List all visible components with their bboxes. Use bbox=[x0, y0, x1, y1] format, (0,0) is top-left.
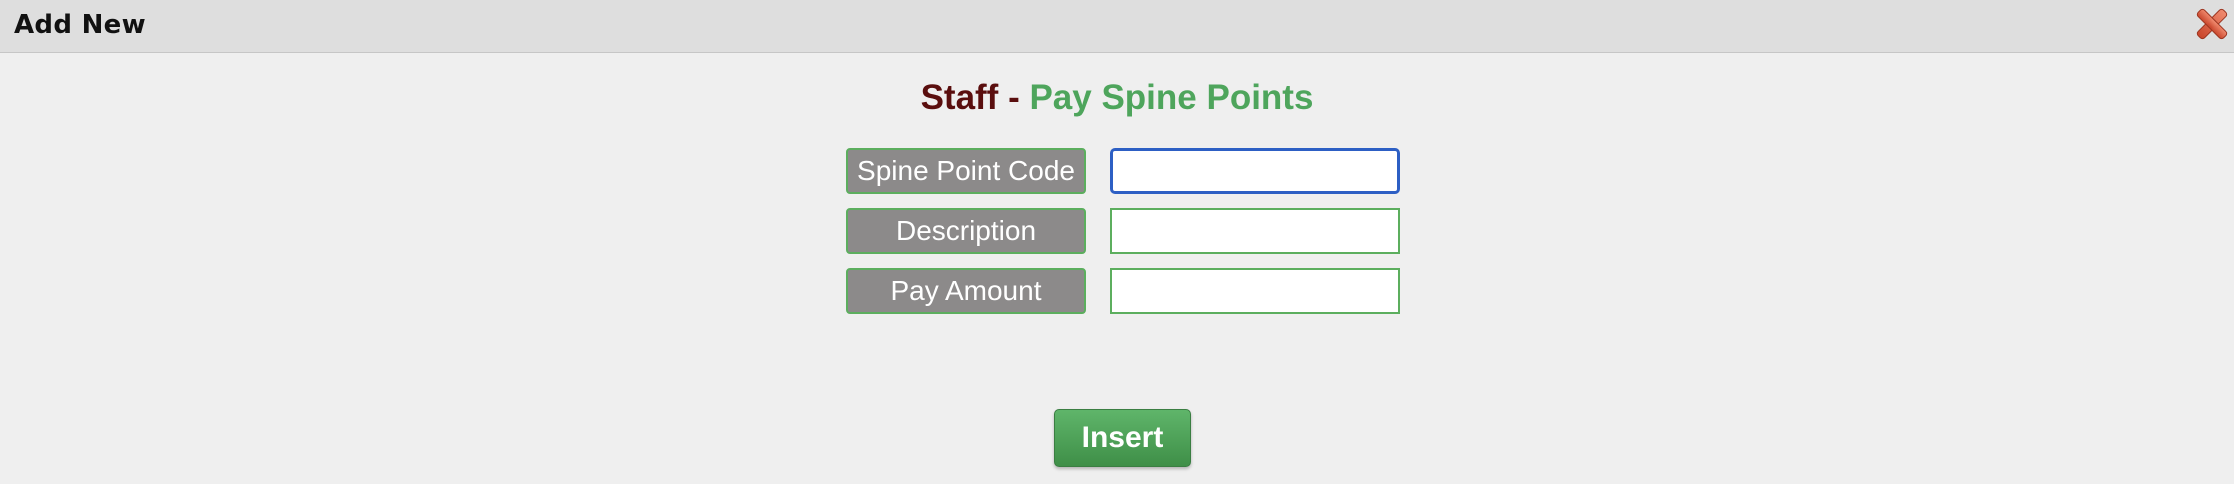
description-input[interactable] bbox=[1110, 208, 1400, 254]
pay-amount-input[interactable] bbox=[1110, 268, 1400, 314]
description-label: Description bbox=[846, 208, 1086, 254]
page-heading: Staff - Pay Spine Points bbox=[0, 78, 2234, 118]
heading-separator: - bbox=[998, 78, 1030, 117]
pay-amount-label: Pay Amount bbox=[846, 268, 1086, 314]
heading-module: Staff bbox=[920, 78, 999, 117]
close-button[interactable] bbox=[2190, 2, 2234, 46]
spine-point-code-input[interactable] bbox=[1110, 148, 1400, 194]
dialog-titlebar: Add New bbox=[0, 0, 2234, 53]
insert-button[interactable]: Insert bbox=[1054, 409, 1191, 467]
dialog-title: Add New bbox=[14, 10, 146, 40]
spine-point-code-label: Spine Point Code bbox=[846, 148, 1086, 194]
heading-section: Pay Spine Points bbox=[1029, 78, 1314, 117]
close-x-icon bbox=[2196, 8, 2228, 40]
